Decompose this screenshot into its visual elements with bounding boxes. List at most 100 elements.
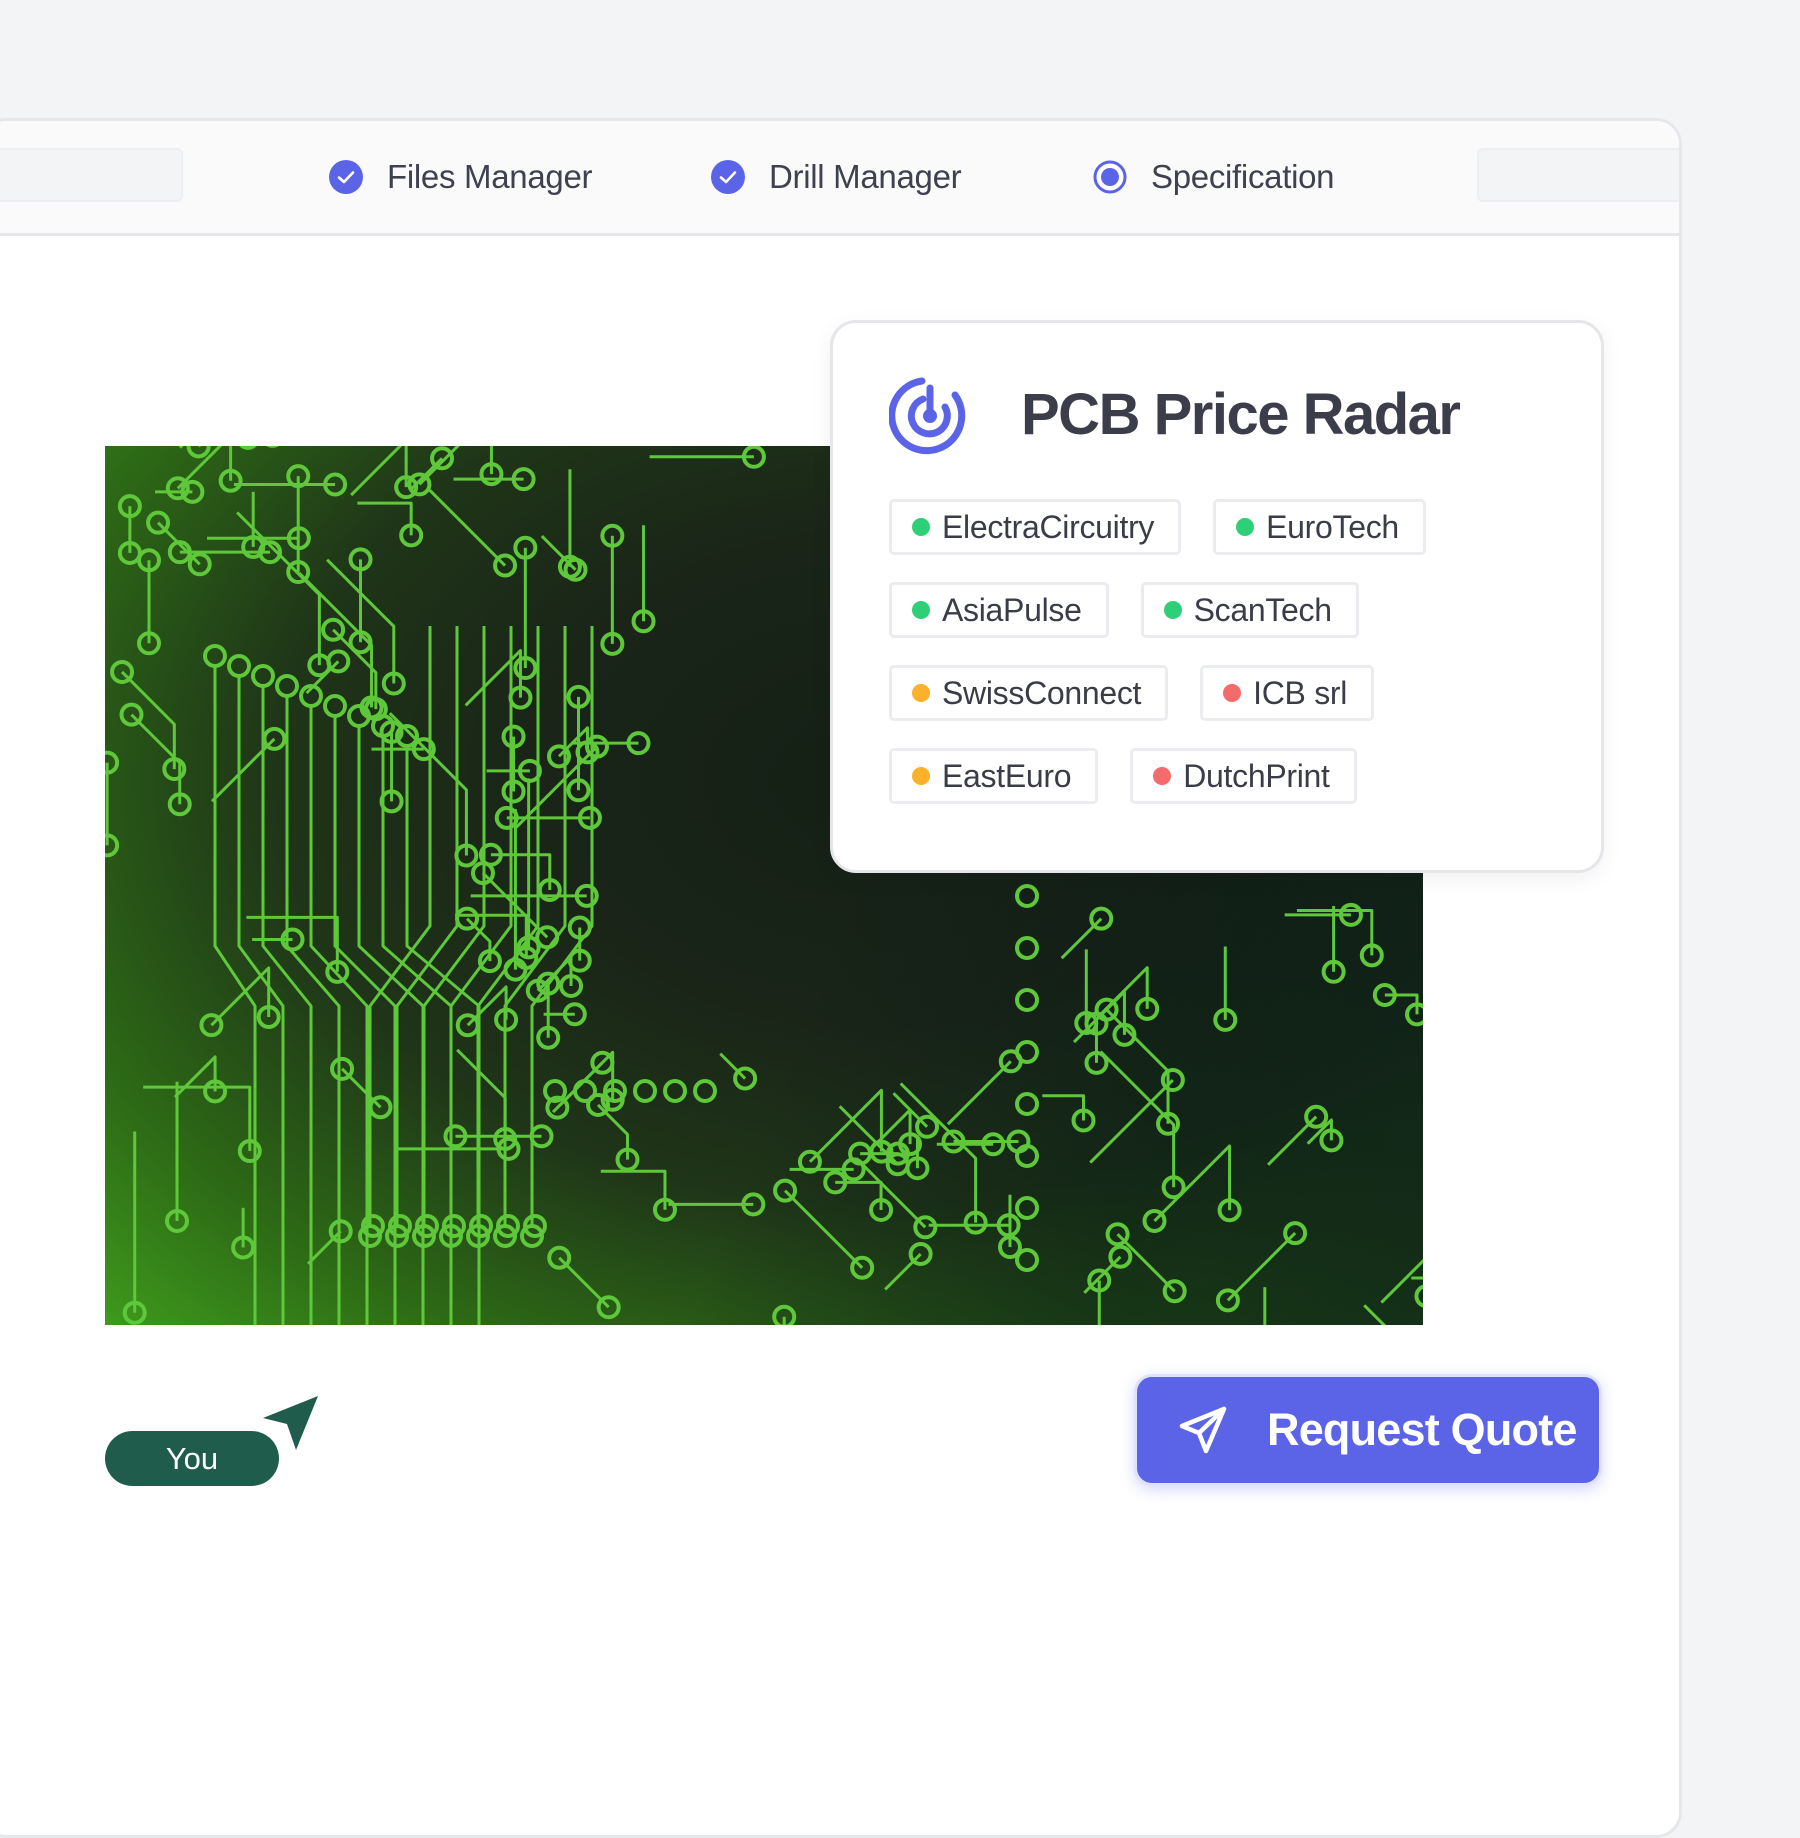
step-label: Files Manager <box>387 158 592 196</box>
circuit-pad <box>112 662 132 682</box>
vendor-chip[interactable]: EuroTech <box>1213 499 1426 555</box>
vendor-name: ICB srl <box>1253 675 1347 712</box>
status-dot <box>912 601 930 619</box>
vendor-name: ScanTech <box>1194 592 1332 629</box>
circuit-pad <box>190 554 210 574</box>
vendor-chip[interactable]: DutchPrint <box>1130 748 1356 804</box>
circuit-pad <box>331 1221 351 1241</box>
circuit-trace <box>1228 1233 1295 1300</box>
circuit-pad <box>635 1081 655 1101</box>
circuit-trace <box>785 1191 862 1268</box>
circuit-pad <box>1091 909 1111 929</box>
circuit-trace <box>212 739 274 801</box>
circuit-trace <box>122 672 174 769</box>
circuit-pad <box>599 1297 619 1317</box>
price-radar-card: PCB Price Radar ElectraCircuitry EuroTec… <box>830 320 1604 873</box>
circuit-pad <box>1110 1247 1130 1267</box>
circuit-pad <box>148 513 168 533</box>
previous-step-placeholder <box>0 148 183 202</box>
step-label: Drill Manager <box>769 158 961 196</box>
status-dot <box>912 518 930 536</box>
vendor-chip[interactable]: AsiaPulse <box>889 582 1109 638</box>
request-quote-label: Request Quote <box>1267 1404 1577 1456</box>
pointer-arrow-icon <box>260 1392 322 1454</box>
check-circle-icon <box>329 160 363 194</box>
circuit-pad <box>325 696 345 716</box>
vendor-name: ElectraCircuitry <box>942 509 1154 546</box>
vendor-name: AsiaPulse <box>942 592 1082 629</box>
circuit-pad <box>1017 1198 1037 1218</box>
circuit-trace <box>1101 1052 1174 1188</box>
step-label: Specification <box>1151 158 1334 196</box>
radio-dot-icon <box>1093 160 1127 194</box>
circuit-trace <box>885 1254 920 1289</box>
circuit-pad <box>205 646 225 666</box>
status-dot <box>1164 601 1182 619</box>
circuit-pad <box>1407 1004 1423 1024</box>
circuit-trace <box>143 1087 250 1151</box>
circuit-pad <box>229 656 249 676</box>
circuit-pad <box>457 909 477 929</box>
stepper-bar: Files Manager Drill Manager Specificatio… <box>0 121 1679 236</box>
circuit-pad <box>911 1244 931 1264</box>
circuit-pad <box>458 1015 478 1035</box>
circuit-pad <box>917 1117 937 1137</box>
circuit-pad <box>735 1069 755 1089</box>
step-files-manager[interactable]: Files Manager <box>329 121 592 233</box>
status-dot <box>1153 767 1171 785</box>
circuit-pad <box>549 1248 569 1268</box>
circuit-trace <box>720 1054 745 1079</box>
circuit-pad <box>695 1081 715 1101</box>
status-dot <box>1223 684 1241 702</box>
status-dot <box>1236 518 1254 536</box>
circuit-pad <box>370 1097 390 1117</box>
circuit-trace <box>467 919 490 961</box>
circuit-pad <box>1017 1042 1037 1062</box>
circuit-pad <box>1017 990 1037 1010</box>
vendor-chip[interactable]: SwissConnect <box>889 665 1168 721</box>
circuit-pad <box>253 666 273 686</box>
circuit-trace <box>1364 1305 1410 1325</box>
circuit-pad <box>409 474 429 494</box>
circuit-pad <box>238 446 258 448</box>
collaborator-cursor-badge: You <box>105 1431 279 1486</box>
circuit-trace <box>1042 1096 1083 1121</box>
circuit-trace <box>308 1231 341 1264</box>
status-dot <box>912 684 930 702</box>
step-specification[interactable]: Specification <box>1093 121 1334 233</box>
circuit-pad <box>432 448 452 468</box>
vendor-chip[interactable]: ScanTech <box>1141 582 1359 638</box>
vendor-name: EastEuro <box>942 758 1071 795</box>
cursor-label: You <box>166 1441 218 1477</box>
circuit-pad <box>1017 938 1037 958</box>
circuit-trace <box>948 1061 1011 1124</box>
circuit-pad <box>575 1081 595 1101</box>
circuit-trace <box>430 490 505 565</box>
circuit-pad <box>1017 1094 1037 1114</box>
vendor-chip[interactable]: EastEuro <box>889 748 1098 804</box>
vendor-list: ElectraCircuitry EuroTech AsiaPulse Scan… <box>889 499 1569 831</box>
circuit-trace <box>246 917 337 972</box>
circuit-pad <box>1416 1286 1423 1306</box>
radar-title: PCB Price Radar <box>1021 381 1459 448</box>
check-circle-icon <box>711 160 745 194</box>
circuit-pad <box>277 676 297 696</box>
vendor-chip[interactable]: ICB srl <box>1200 665 1374 721</box>
request-quote-button[interactable]: Request Quote <box>1134 1374 1602 1486</box>
vendor-chip[interactable]: ElectraCircuitry <box>889 499 1181 555</box>
radar-icon <box>889 375 971 457</box>
circuit-trace <box>1090 1080 1173 1163</box>
circuit-pad <box>1017 1250 1037 1270</box>
status-dot <box>912 767 930 785</box>
send-icon <box>1177 1404 1229 1456</box>
circuit-pad <box>189 446 209 456</box>
vendor-name: SwissConnect <box>942 675 1141 712</box>
step-drill-manager[interactable]: Drill Manager <box>711 121 961 233</box>
vendor-name: DutchPrint <box>1183 758 1329 795</box>
circuit-trace <box>457 1050 505 1139</box>
circuit-trace <box>175 1057 215 1097</box>
next-step-placeholder <box>1477 148 1682 202</box>
circuit-pad <box>665 1081 685 1101</box>
vendor-name: EuroTech <box>1266 509 1399 546</box>
circuit-pad <box>1017 886 1037 906</box>
